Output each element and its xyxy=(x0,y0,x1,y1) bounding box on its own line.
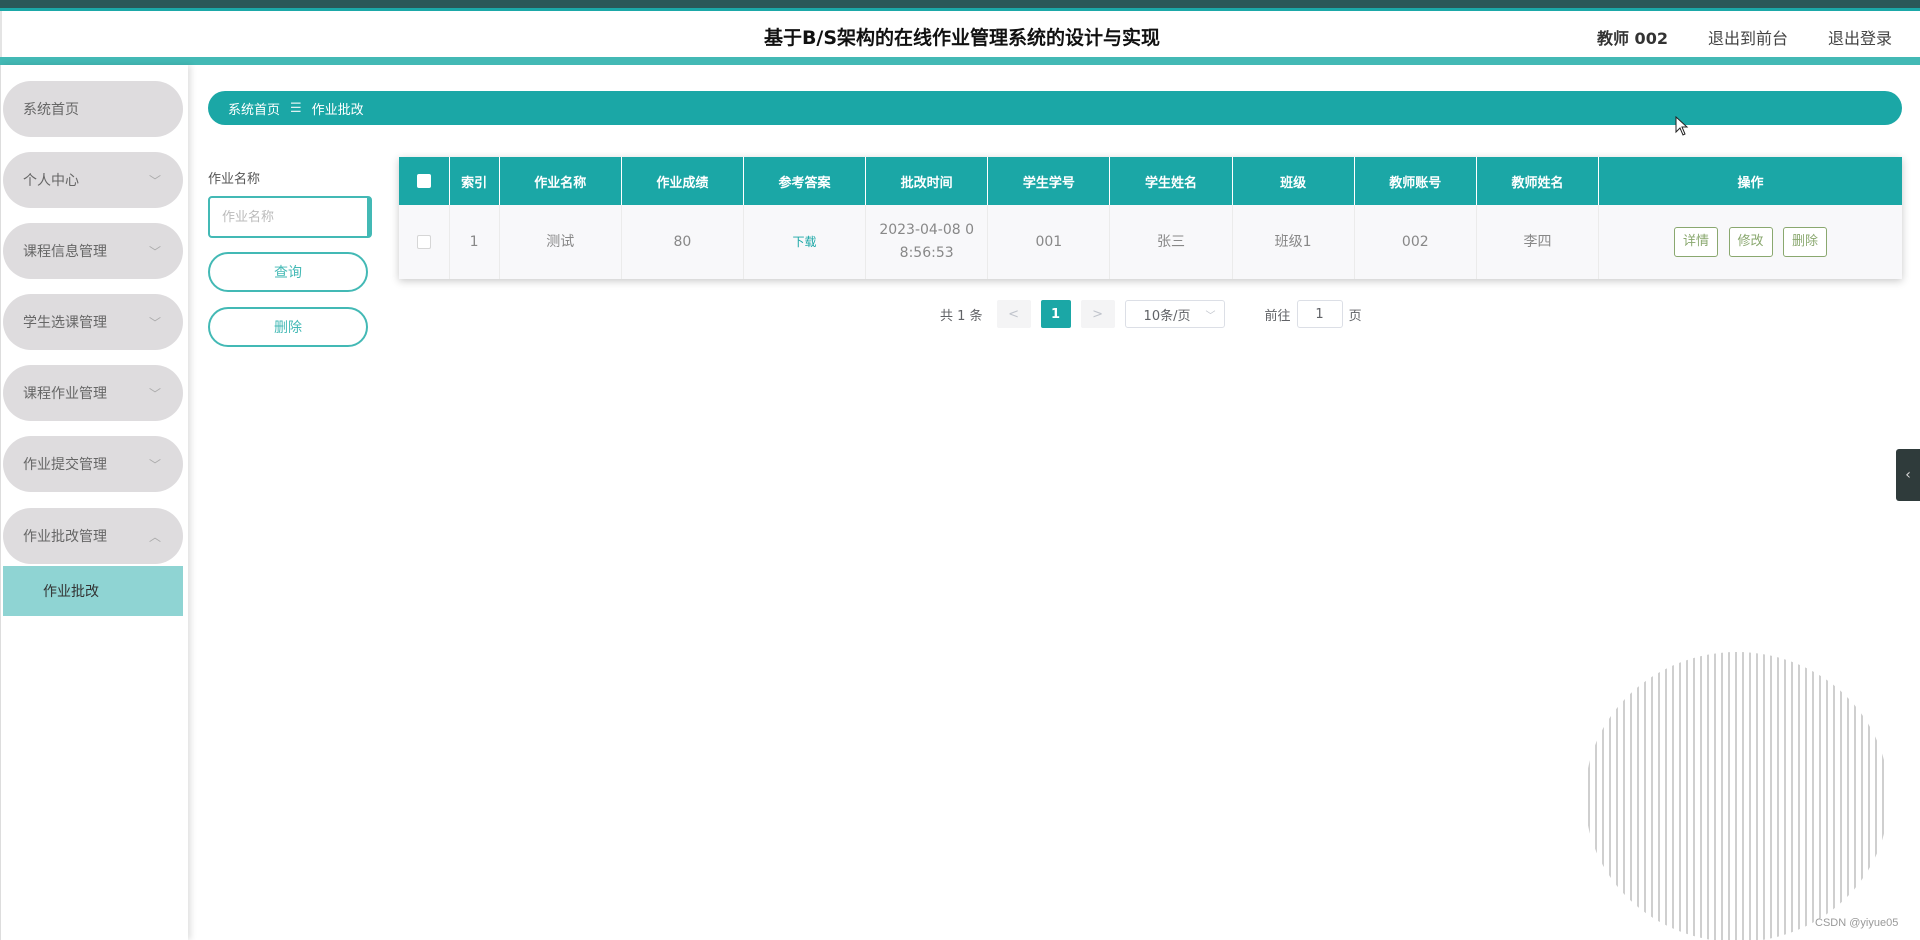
sidebar: 系统首页 个人中心 ﹀ 课程信息管理 ﹀ 学生选课管理 ﹀ 课程作业管理 ﹀ 作… xyxy=(0,65,188,940)
goto-front-link[interactable]: 退出到前台 xyxy=(1708,25,1788,49)
top-accent-strip xyxy=(0,0,1920,11)
column-header: 批改时间 xyxy=(865,157,989,205)
homework-name-input[interactable] xyxy=(208,196,372,238)
detail-button[interactable]: 详情 xyxy=(1674,227,1719,257)
chevron-down-icon: ﹀ xyxy=(148,174,161,188)
chevron-down-icon: ﹀ xyxy=(148,316,161,330)
data-table: 索引 作业名称 作业成绩 参考答案 批改时间 学生学号 学生姓名 班级 教师账号… xyxy=(399,157,1902,279)
table-header-row: 索引 作业名称 作业成绩 参考答案 批改时间 学生学号 学生姓名 班级 教师账号… xyxy=(399,157,1902,205)
column-header: 参考答案 xyxy=(743,157,867,205)
column-header: 学生学号 xyxy=(987,157,1111,205)
submenu-item-homework-grading[interactable]: 作业批改 xyxy=(3,566,183,616)
column-header: 作业名称 xyxy=(499,157,622,205)
user-area: 教师 002 退出到前台 退出登录 xyxy=(1597,25,1892,49)
breadcrumb: 系统首页 ☰ 作业批改 xyxy=(208,91,1902,125)
cell-answer: 下载 xyxy=(743,205,867,279)
cell-student-name: 张三 xyxy=(1109,205,1233,279)
download-link[interactable]: 下载 xyxy=(793,235,817,249)
mouse-cursor-icon xyxy=(1675,116,1689,136)
pagination-total: 共 1 条 xyxy=(940,308,983,324)
cell-score: 80 xyxy=(621,205,744,279)
column-header: 教师姓名 xyxy=(1476,157,1600,205)
menu-item-personal-center[interactable]: 个人中心 ﹀ xyxy=(3,152,183,208)
menu-item-label: 课程信息管理 xyxy=(23,244,107,260)
row-checkbox[interactable] xyxy=(416,234,431,249)
cell-teacher-account: 002 xyxy=(1354,205,1477,279)
header-divider xyxy=(0,57,1920,65)
table-row: 1 测试 80 下载 2023-04-08 0 8:56:53 001 张三 班… xyxy=(399,205,1902,279)
query-button[interactable]: 查询 xyxy=(208,252,368,292)
page-unit-label: 页 xyxy=(1348,308,1362,324)
goto-label: 前往 xyxy=(1264,308,1291,324)
breadcrumb-current: 作业批改 xyxy=(311,102,364,118)
menu-item-label: 系统首页 xyxy=(23,102,79,118)
submenu-item-label: 作业批改 xyxy=(43,584,99,600)
menu-item-homework-submit[interactable]: 作业提交管理 ﹀ xyxy=(3,436,183,492)
row-select-cell[interactable] xyxy=(399,205,450,279)
select-all-cell[interactable] xyxy=(399,157,450,205)
column-header: 班级 xyxy=(1232,157,1355,205)
user-name: 教师 002 xyxy=(1596,29,1668,48)
cell-grading-time: 2023-04-08 0 8:56:53 xyxy=(865,205,989,279)
chevron-down-icon: ﹀ xyxy=(148,458,161,472)
column-header: 教师账号 xyxy=(1354,157,1477,205)
column-header: 学生姓名 xyxy=(1109,157,1233,205)
breadcrumb-home[interactable]: 系统首页 xyxy=(228,99,280,118)
edit-button[interactable]: 修改 xyxy=(1728,227,1773,257)
menu-item-course-homework[interactable]: 课程作业管理 ﹀ xyxy=(3,365,183,421)
watermark: CSDN @yiyue05 xyxy=(1815,917,1899,929)
row-delete-button[interactable]: 删除 xyxy=(1782,227,1827,257)
page-size-select[interactable]: 10条/页 ﹀ xyxy=(1124,300,1225,328)
cell-class: 班级1 xyxy=(1232,205,1355,279)
page-size-value: 10条/页 xyxy=(1143,308,1191,324)
decorative-stripes xyxy=(1588,652,1884,940)
cell-actions: 详情 修改 删除 xyxy=(1598,205,1902,279)
column-header: 作业成绩 xyxy=(621,157,744,205)
column-header: 索引 xyxy=(449,157,500,205)
grading-time-line2: 8:56:53 xyxy=(899,245,954,261)
menu-item-label: 课程作业管理 xyxy=(23,386,107,402)
cell-homework-name: 测试 xyxy=(499,205,622,279)
logout-link[interactable]: 退出登录 xyxy=(1828,25,1892,49)
breadcrumb-separator-icon: ☰ xyxy=(290,100,302,116)
menu-item-homework-grading[interactable]: 作业批改管理 ︿ xyxy=(3,508,183,564)
pagination: 共 1 条 < 1 > 10条/页 ﹀ 前往 页 xyxy=(940,300,1362,328)
page-number-button[interactable]: 1 xyxy=(1040,300,1071,328)
select-all-checkbox[interactable] xyxy=(416,174,431,188)
chevron-up-icon: ︿ xyxy=(148,530,161,544)
menu-item-label: 作业提交管理 xyxy=(23,457,107,473)
cell-student-id: 001 xyxy=(987,205,1111,279)
menu-item-course-selection[interactable]: 学生选课管理 ﹀ xyxy=(3,294,183,350)
chevron-down-icon: ﹀ xyxy=(148,245,161,259)
chevron-down-icon: ﹀ xyxy=(148,387,161,401)
cell-teacher-name: 李四 xyxy=(1476,205,1600,279)
goto-page-input[interactable] xyxy=(1296,300,1343,328)
grading-time-line1: 2023-04-08 0 xyxy=(879,222,975,238)
menu-item-label: 作业批改管理 xyxy=(23,529,107,545)
menu-item-label: 个人中心 xyxy=(23,173,79,189)
column-header: 操作 xyxy=(1598,157,1902,205)
chevron-left-icon[interactable]: ‹ xyxy=(1896,449,1920,501)
delete-button[interactable]: 删除 xyxy=(208,307,368,347)
menu-item-home[interactable]: 系统首页 xyxy=(3,81,183,137)
cell-index: 1 xyxy=(449,205,500,279)
menu-item-label: 学生选课管理 xyxy=(23,315,107,331)
next-page-button[interactable]: > xyxy=(1080,300,1115,328)
prev-page-button[interactable]: < xyxy=(996,300,1031,328)
search-label: 作业名称 xyxy=(208,172,261,187)
chevron-down-icon: ﹀ xyxy=(1205,311,1216,322)
menu-item-course-info[interactable]: 课程信息管理 ﹀ xyxy=(3,223,183,279)
